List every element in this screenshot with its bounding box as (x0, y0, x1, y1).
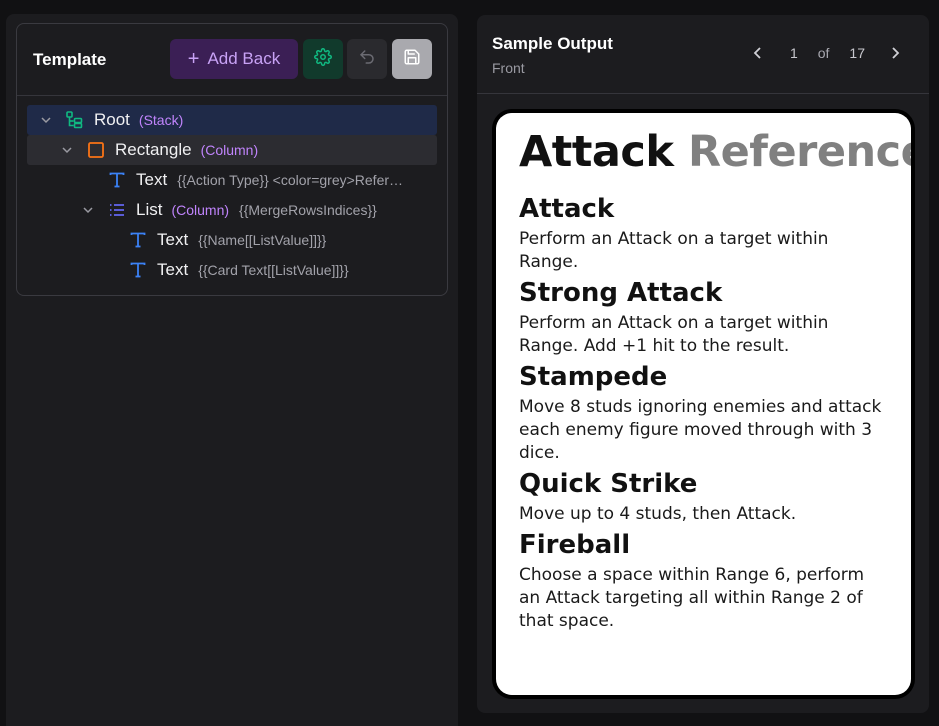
tree-node-text[interactable]: Text {{Name[[ListValue]]}} (27, 225, 437, 255)
card-entry: Strong Attack Perform an Attack on a tar… (519, 278, 889, 358)
entry-text: Choose a space within Range 6, perform a… (519, 565, 865, 631)
save-button[interactable] (392, 39, 432, 79)
entry-name: Quick Strike (519, 469, 698, 499)
chevron-down-icon[interactable] (81, 203, 95, 217)
entry-name: Attack (519, 194, 615, 224)
card-title-accent: Reference (687, 127, 911, 177)
entry-text: Perform an Attack on a target within Ran… (519, 313, 829, 356)
tree-node-rectangle[interactable]: Rectangle (Column) (27, 135, 437, 165)
current-page: 1 (789, 45, 798, 61)
sample-output-title: Sample Output (492, 34, 613, 53)
undo-icon (358, 48, 376, 71)
card-preview: Attack Reference Attack Perform an Attac… (492, 109, 915, 699)
stack-icon (65, 110, 85, 130)
tree-node-expression: {{Action Type}} <color=grey>Refer… (177, 172, 404, 188)
settings-button[interactable] (303, 39, 343, 79)
total-pages: 17 (849, 45, 865, 61)
tree-node-name: Rectangle (115, 140, 192, 159)
card-face: Attack Reference Attack Perform an Attac… (496, 113, 911, 695)
pager: 1 of 17 (744, 41, 909, 65)
sample-output-panel: Sample Output Front 1 of 17 Attack Refer… (477, 15, 929, 713)
tree-node-expression: {{Name[[ListValue]]}} (198, 232, 327, 248)
undo-button[interactable] (347, 39, 387, 79)
rectangle-icon (86, 140, 106, 160)
tree-node-type: (Column) (171, 202, 230, 218)
tree-node-expression: {{MergeRowsIndices}} (239, 202, 377, 218)
text-icon (128, 230, 148, 250)
card-entry: Attack Perform an Attack on a target wit… (519, 194, 889, 274)
chevron-down-icon[interactable] (60, 143, 74, 157)
tree-node-name: Root (94, 110, 130, 129)
card-entries: Attack Perform an Attack on a target wit… (519, 194, 889, 633)
next-page-button[interactable] (881, 41, 909, 65)
chevron-right-icon (892, 47, 900, 59)
tree-node-text[interactable]: Text {{Action Type}} <color=grey>Refer… (27, 165, 437, 195)
entry-text: Perform an Attack on a target within Ran… (519, 229, 829, 272)
card-title-main: Attack (519, 127, 674, 177)
template-panel: Template + Add Back Root (Stack) Rectang… (6, 14, 458, 726)
chevron-down-icon[interactable] (39, 113, 53, 127)
tree-node-type: (Column) (200, 142, 259, 158)
entry-name: Strong Attack (519, 278, 723, 308)
list-icon (107, 200, 127, 220)
tree-node-name: List (136, 200, 163, 219)
chevron-left-icon (753, 47, 761, 59)
card-side-label: Front (492, 60, 525, 76)
card-title: Attack Reference (519, 127, 911, 177)
page-of-label: of (817, 45, 830, 61)
text-icon (128, 260, 148, 280)
plus-icon: + (187, 48, 200, 70)
entry-name: Stampede (519, 362, 668, 392)
entry-text: Move 8 studs ignoring enemies and attack… (519, 397, 882, 463)
card-entry: Fireball Choose a space within Range 6, … (519, 530, 889, 633)
card-entry: Stampede Move 8 studs ignoring enemies a… (519, 362, 889, 465)
template-title: Template (33, 50, 107, 69)
template-header: Template + Add Back (17, 24, 447, 96)
add-back-label: Add Back (207, 49, 281, 68)
entry-name: Fireball (519, 530, 631, 560)
tree-node-name: Text (157, 230, 189, 249)
previous-page-button[interactable] (744, 41, 772, 65)
tree-node-list[interactable]: List (Column) {{MergeRowsIndices}} (27, 195, 437, 225)
text-icon (107, 170, 127, 190)
card-entry: Quick Strike Move up to 4 studs, then At… (519, 469, 889, 526)
template-tree: Root (Stack) Rectangle (Column) Text {{A… (27, 105, 437, 285)
tree-node-root[interactable]: Root (Stack) (27, 105, 437, 135)
sample-output-header: Sample Output Front 1 of 17 (477, 15, 929, 94)
entry-text: Move up to 4 studs, then Attack. (519, 504, 797, 524)
tree-node-name: Text (157, 260, 189, 279)
tree-node-type: (Stack) (138, 112, 184, 128)
tree-node-name: Text (136, 170, 168, 189)
template-card: Template + Add Back Root (Stack) Rectang… (16, 23, 448, 296)
tree-node-expression: {{Card Text[[ListValue]]}} (198, 262, 349, 278)
save-icon (403, 48, 421, 71)
gear-icon (314, 47, 332, 71)
add-back-button[interactable]: + Add Back (170, 39, 298, 79)
tree-node-text[interactable]: Text {{Card Text[[ListValue]]}} (27, 255, 437, 285)
